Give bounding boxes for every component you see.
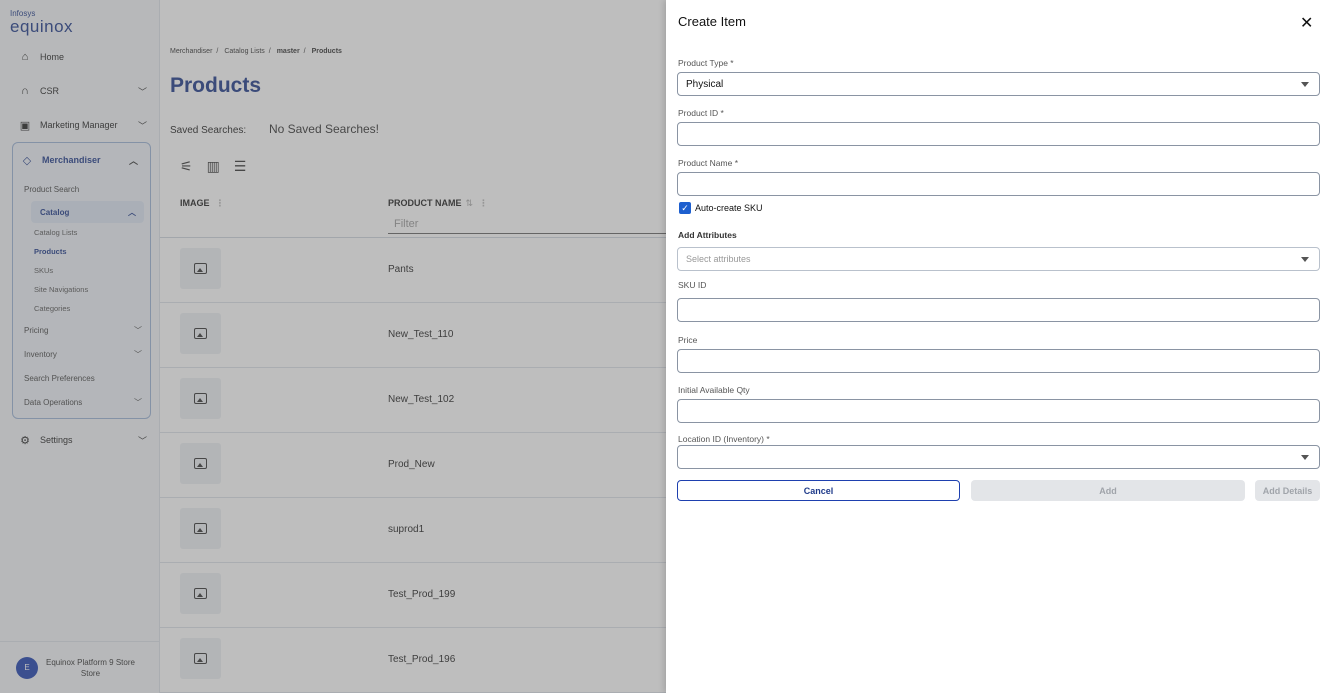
- add-button[interactable]: Add: [971, 480, 1245, 501]
- product-name-label: Product Name *: [678, 158, 738, 168]
- price-input[interactable]: [677, 349, 1320, 373]
- product-id-label: Product ID *: [678, 108, 724, 118]
- product-type-value: Physical: [686, 78, 724, 90]
- product-type-select[interactable]: Physical: [677, 72, 1320, 96]
- caret-down-icon: [1301, 82, 1309, 87]
- location-id-select[interactable]: [677, 445, 1320, 469]
- initial-qty-label: Initial Available Qty: [678, 385, 750, 395]
- product-type-label: Product Type *: [678, 58, 734, 68]
- product-name-input[interactable]: [677, 172, 1320, 196]
- drawer-title: Create Item: [678, 14, 746, 29]
- sku-id-input[interactable]: [677, 298, 1320, 322]
- caret-down-icon: [1301, 455, 1309, 460]
- checkbox-label: Auto-create SKU: [695, 203, 763, 213]
- add-attributes-label: Add Attributes: [678, 230, 737, 240]
- auto-create-sku-checkbox[interactable]: ✓ Auto-create SKU: [679, 202, 763, 214]
- attributes-select[interactable]: Select attributes: [677, 247, 1320, 271]
- product-id-input[interactable]: [677, 122, 1320, 146]
- price-label: Price: [678, 335, 698, 345]
- add-details-button[interactable]: Add Details: [1255, 480, 1320, 501]
- initial-qty-input[interactable]: [677, 399, 1320, 423]
- close-icon[interactable]: ✕: [1300, 13, 1313, 33]
- sku-id-label: SKU ID: [678, 280, 707, 290]
- modal-backdrop[interactable]: [0, 0, 666, 693]
- attributes-placeholder: Select attributes: [686, 254, 751, 264]
- location-id-label: Location ID (Inventory) *: [678, 434, 770, 444]
- checkmark-icon[interactable]: ✓: [679, 202, 691, 214]
- create-item-drawer: Create Item ✕ Product Type * Physical Pr…: [666, 0, 1337, 693]
- caret-down-icon: [1301, 257, 1309, 262]
- cancel-button[interactable]: Cancel: [677, 480, 960, 501]
